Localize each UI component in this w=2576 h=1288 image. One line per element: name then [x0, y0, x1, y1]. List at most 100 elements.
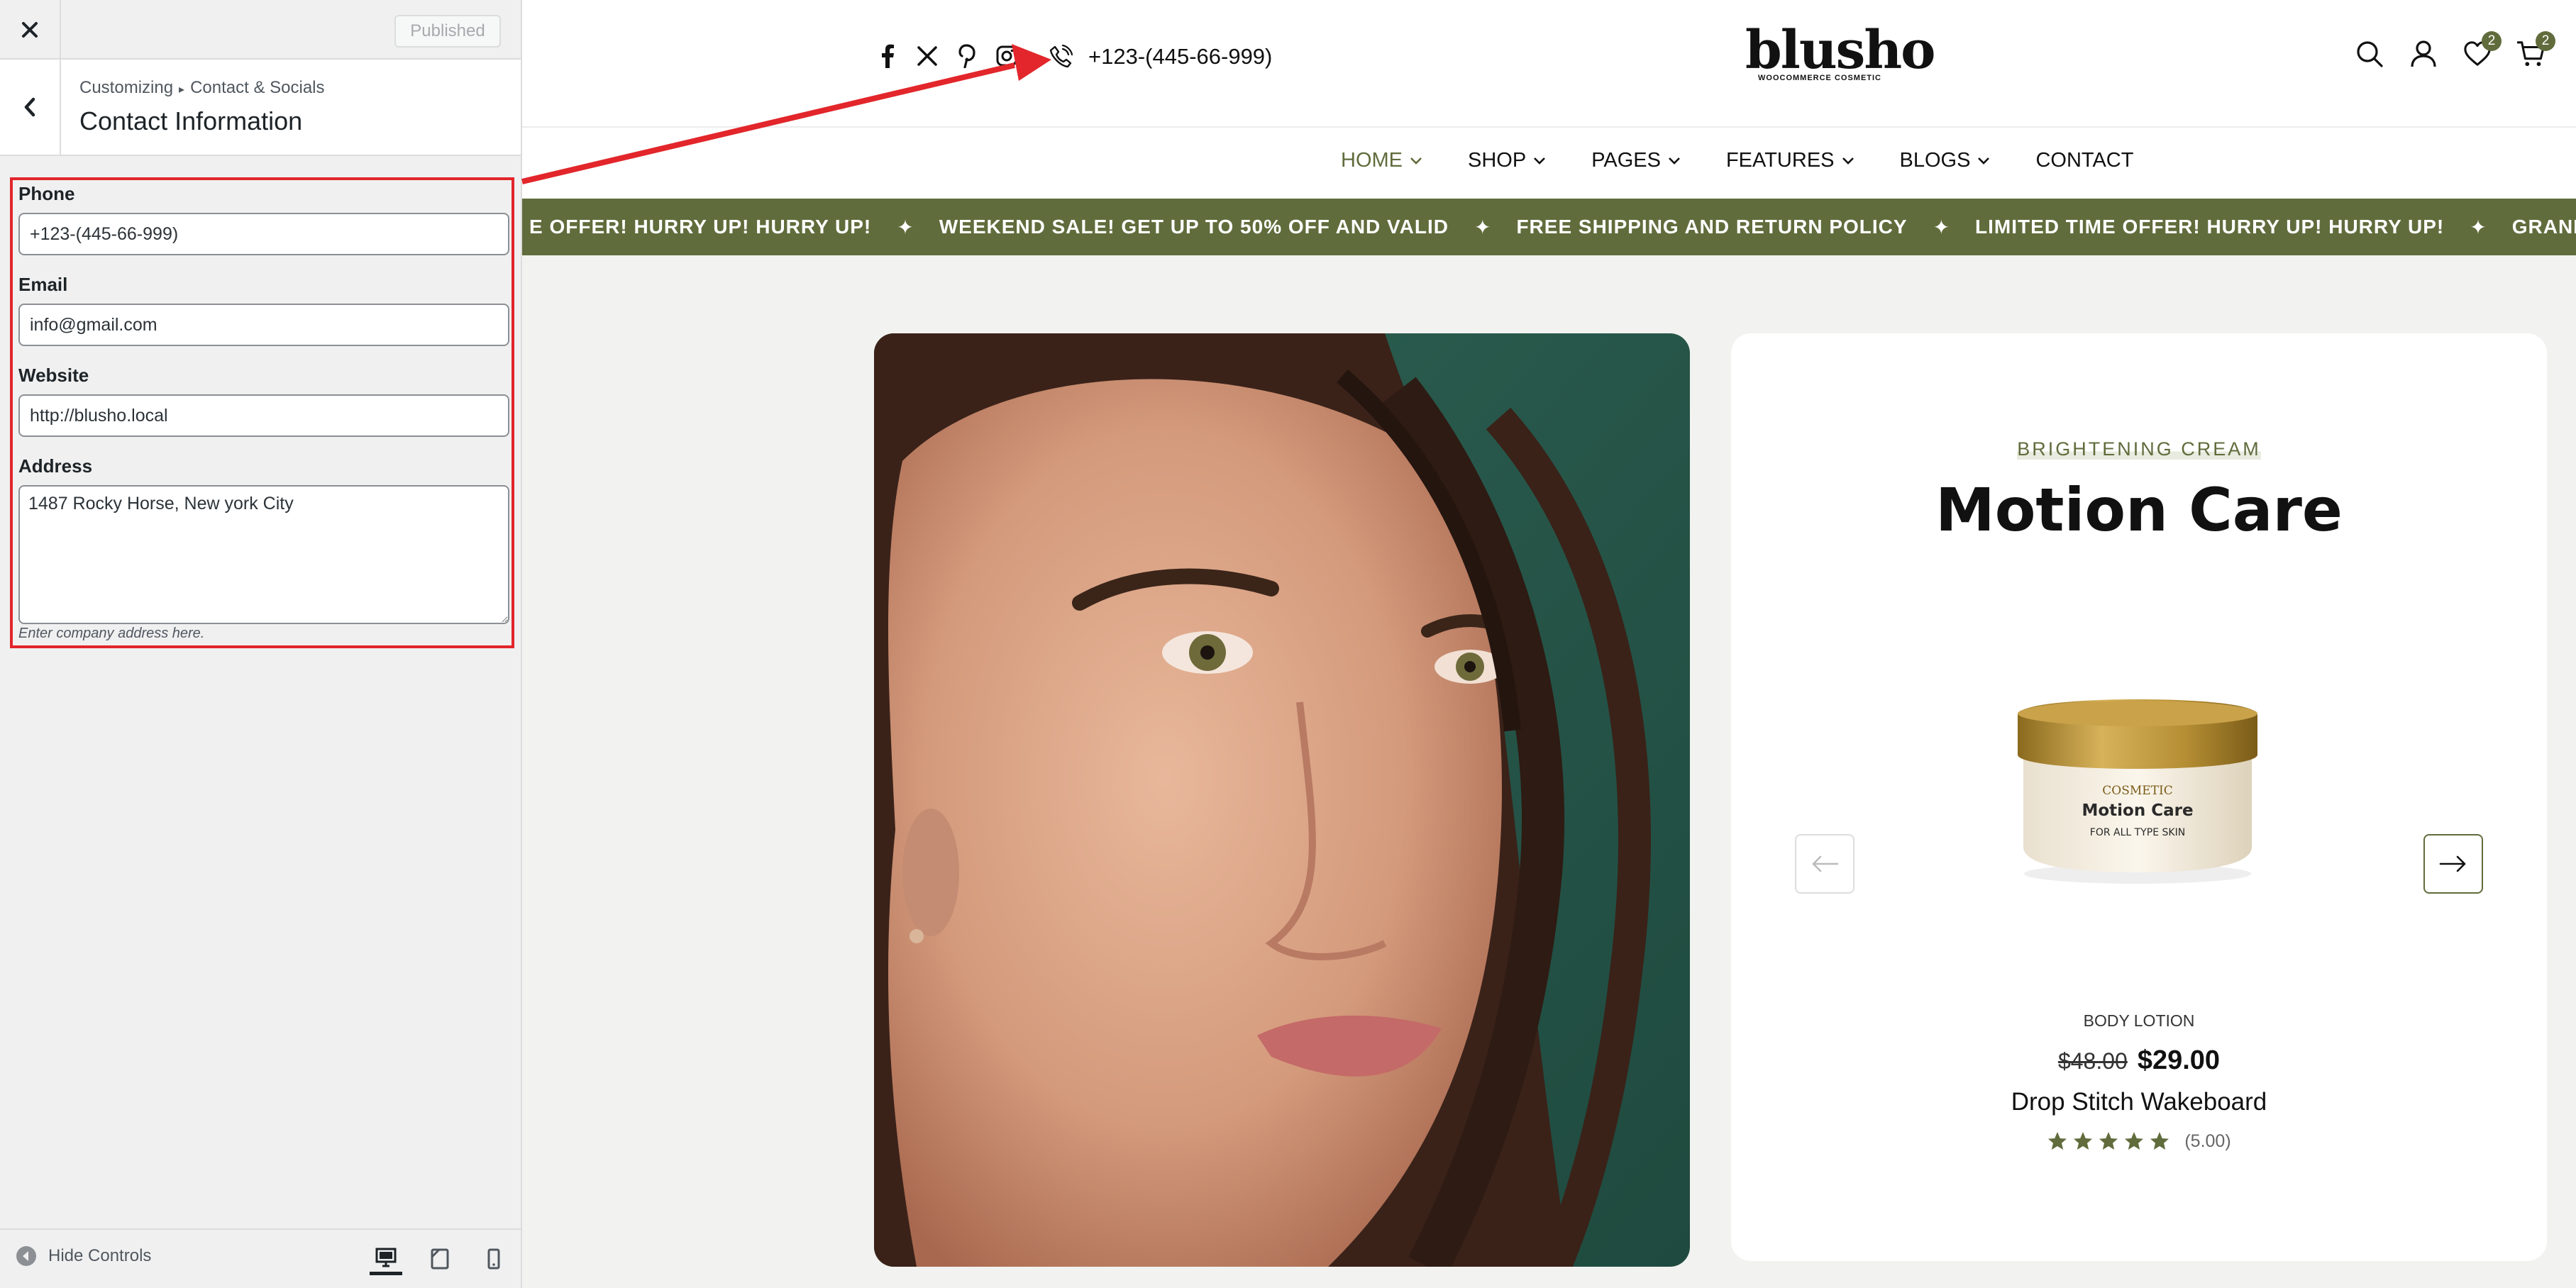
product-kicker-text: BRIGHTENING CREAM — [2017, 438, 2261, 460]
email-input[interactable] — [18, 304, 509, 346]
pinterest-icon — [958, 44, 975, 68]
breadcrumb-separator-icon: ▸ — [179, 84, 185, 96]
search-button[interactable] — [2355, 40, 2384, 68]
nav-blogs[interactable]: BLOGS — [1900, 149, 1991, 172]
main-navigation: HOME SHOP PAGES FEATURES BLOGS CONTACT — [522, 128, 2576, 199]
search-icon — [2357, 41, 2383, 67]
close-customizer-button[interactable] — [0, 0, 61, 60]
preview-mobile-button[interactable] — [477, 1243, 510, 1275]
nav-home[interactable]: HOME — [1341, 149, 1422, 172]
sparkle-icon: ✦ — [2470, 216, 2487, 238]
product-price: $48.00 $29.00 — [1731, 1045, 2547, 1076]
portrait-illustration — [874, 333, 1690, 1267]
cart-button[interactable]: 2 — [2517, 31, 2555, 68]
phone-label: Phone — [18, 183, 75, 204]
address-textarea[interactable]: 1487 Rocky Horse, New york City — [18, 485, 509, 624]
collapse-icon — [16, 1246, 36, 1266]
nav-contact[interactable]: CONTACT — [2035, 149, 2133, 172]
address-label: Address — [18, 455, 93, 477]
marquee-item: E OFFER! HURRY UP! HURRY UP! — [529, 216, 872, 238]
sparkle-icon: ✦ — [1474, 216, 1491, 238]
hide-controls-button[interactable]: Hide Controls — [16, 1245, 151, 1267]
cart-count-badge: 2 — [2536, 31, 2555, 51]
marquee-item: WEEKEND SALE! GET UP TO 50% OFF AND VALI… — [939, 216, 1449, 238]
instagram-icon — [996, 45, 1017, 67]
site-logo[interactable]: blusho WOOCOMMERCE COSMETIC — [1745, 20, 1935, 82]
publish-button[interactable]: Published — [394, 15, 501, 48]
sparkle-icon: ✦ — [1933, 216, 1950, 238]
x-link[interactable] — [917, 44, 938, 68]
product-rating: (5.00) — [1731, 1131, 2547, 1152]
email-label: Email — [18, 274, 68, 295]
chevron-down-icon — [1410, 157, 1422, 165]
breadcrumb: Customizing ▸ Contact & Socials — [79, 78, 325, 98]
x-icon — [917, 46, 937, 66]
preview-desktop-button[interactable] — [370, 1243, 402, 1275]
phone-input[interactable] — [18, 213, 509, 255]
wishlist-button[interactable]: 2 — [2463, 31, 2502, 68]
pinterest-link[interactable] — [956, 44, 978, 68]
slider-next-button[interactable] — [2423, 834, 2483, 894]
nav-shop[interactable]: SHOP — [1468, 149, 1546, 172]
product-kicker: BRIGHTENING CREAM — [1731, 438, 2547, 460]
product-heading: Motion Care — [1935, 475, 2343, 545]
nav-shop-label: SHOP — [1468, 149, 1527, 172]
star-icon — [2048, 1132, 2067, 1150]
site-preview: +123-(445-66-999) blusho WOOCOMMERCE COS… — [522, 0, 2576, 1288]
website-input[interactable] — [18, 394, 509, 437]
account-button[interactable] — [2409, 40, 2438, 68]
rating-value: (5.00) — [2184, 1131, 2231, 1151]
jar-label-line3: FOR ALL TYPE SKIN — [2090, 827, 2185, 838]
address-description: Enter company address here. — [18, 626, 205, 641]
jar-label-line2: Motion Care — [2082, 801, 2193, 820]
star-icon — [2150, 1132, 2169, 1150]
tablet-icon — [431, 1248, 449, 1270]
facebook-link[interactable] — [877, 44, 898, 68]
nav-pages[interactable]: PAGES — [1591, 149, 1681, 172]
header-phone[interactable]: +123-(445-66-999) — [1049, 44, 1272, 70]
desktop-icon — [375, 1248, 397, 1267]
chevron-down-icon — [1842, 157, 1854, 165]
nav-features-label: FEATURES — [1725, 149, 1835, 172]
product-image[interactable]: COSMETIC Motion Care FOR ALL TYPE SKIN — [2013, 695, 2262, 887]
price-new: $29.00 — [2137, 1045, 2221, 1075]
marquee-item: LIMITED TIME OFFER! HURRY UP! HURRY UP! — [1975, 216, 2445, 238]
customizer-sidebar: Published Customizing ▸ Contact & Socials … — [0, 0, 522, 1288]
slider-prev-button[interactable] — [1795, 834, 1854, 894]
star-icon — [2074, 1132, 2093, 1150]
breadcrumb-section: Contact & Socials — [190, 78, 325, 97]
logo-tagline: WOOCOMMERCE COSMETIC — [1758, 74, 1881, 82]
panel-header: Customizing ▸ Contact & Socials Contact In… — [0, 60, 521, 156]
product-card: BRIGHTENING CREAM Motion Care COSMETIC M… — [1731, 333, 2547, 1261]
star-icon — [2099, 1132, 2118, 1150]
nav-blogs-label: BLOGS — [1899, 149, 1971, 172]
nav-pages-label: PAGES — [1591, 149, 1661, 172]
hero-portrait-image — [874, 333, 1690, 1267]
chevron-down-icon — [1534, 157, 1546, 165]
back-button[interactable] — [0, 60, 61, 155]
marquee-item: FREE SHIPPING AND RETURN POLICY — [1516, 216, 1908, 238]
product-name-link[interactable]: Drop Stitch Wakeboard — [1731, 1088, 2547, 1116]
chevron-down-icon — [1669, 157, 1680, 165]
nav-features[interactable]: FEATURES — [1726, 149, 1854, 172]
mobile-icon — [487, 1248, 500, 1270]
preview-tablet-button[interactable] — [424, 1243, 456, 1275]
close-icon — [22, 22, 38, 38]
sparkle-icon: ✦ — [897, 216, 914, 238]
marquee-item: GRAND OPENING OFF — [2511, 216, 2576, 238]
header-phone-number[interactable]: +123-(445-66-999) — [1088, 44, 1272, 70]
instagram-link[interactable] — [996, 44, 1017, 68]
social-links — [877, 44, 1017, 68]
nav-contact-label: CONTACT — [2035, 149, 2134, 172]
logo-wordmark: blusho — [1745, 20, 1935, 81]
chevron-down-icon — [1978, 157, 1990, 165]
price-old: $48.00 — [2057, 1048, 2128, 1074]
site-header: +123-(445-66-999) blusho WOOCOMMERCE COS… — [522, 0, 2576, 128]
breadcrumb-root: Customizing — [79, 78, 174, 97]
arrow-left-icon — [1812, 855, 1839, 872]
chevron-left-icon — [24, 97, 35, 117]
facebook-icon — [882, 44, 894, 68]
hide-controls-label: Hide Controls — [48, 1246, 152, 1265]
nav-home-label: HOME — [1341, 149, 1403, 172]
phone-icon — [1049, 45, 1073, 68]
